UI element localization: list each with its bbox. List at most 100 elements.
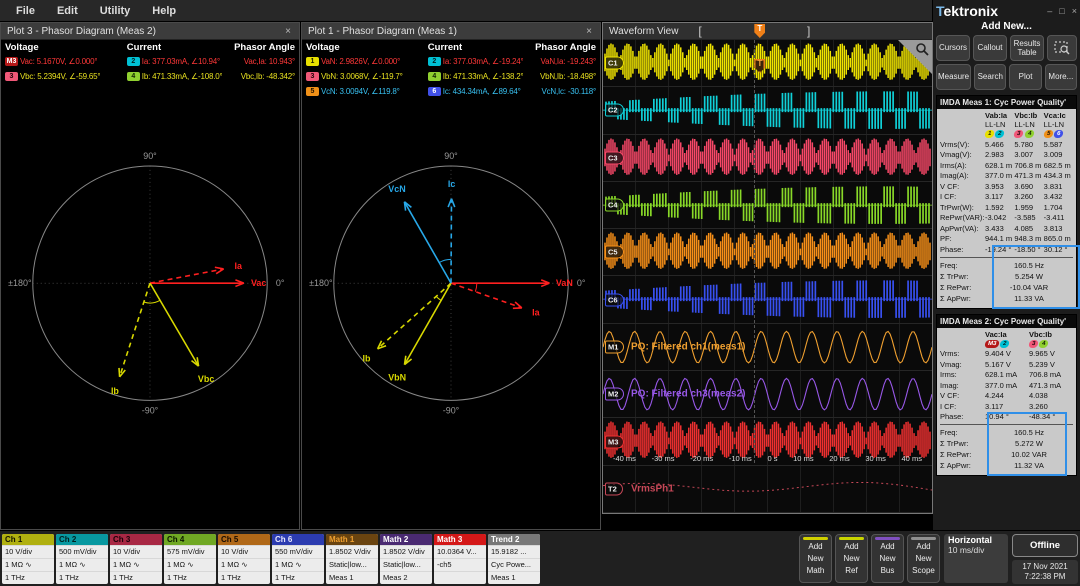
meas-row: PF: 944.1 m 948.3 m 865.0 m	[940, 234, 1073, 245]
phasor-angle-value: VbN,Ib: -18.498°	[539, 72, 596, 81]
channel-name[interactable]: Math 1	[326, 534, 378, 545]
restore-button[interactable]: □	[1059, 6, 1064, 16]
channel-name[interactable]: Ch 1	[2, 534, 54, 545]
meas-value: 3.009	[1043, 150, 1063, 160]
offline-button[interactable]: Offline	[1012, 534, 1078, 557]
waveform-row[interactable]: C3	[603, 135, 932, 182]
add-new-button[interactable]: Add New Math	[799, 534, 832, 583]
right-sidebar: Tektronix – □ × Add New... Cursors Callou…	[933, 0, 1080, 530]
channel-name[interactable]: Trend 2	[488, 534, 540, 545]
channel-badge-card[interactable]: Math 2 1.8502 V/div Static|low... Meas 2	[380, 534, 432, 584]
sidebar-button[interactable]: More...	[1044, 64, 1078, 90]
meas-value: 30.12 °	[1043, 244, 1068, 254]
meas-value: 3.953	[985, 181, 1004, 191]
waveform-channel-badge[interactable]: M3	[605, 435, 625, 449]
minimize-button[interactable]: –	[1047, 6, 1052, 16]
channel-badge-card[interactable]: Math 1 1.8502 V/div Static|low... Meas 1	[326, 534, 378, 584]
zoom-bracket-close[interactable]: ]	[807, 24, 810, 38]
waveform-trace	[604, 138, 931, 175]
add-button-line: Ref	[845, 566, 858, 575]
waveform-row[interactable]: T2 VrmsPh1	[603, 466, 932, 513]
waveform-trace	[603, 280, 932, 319]
channel-badge-card[interactable]: Ch 1 10 V/div 1 MΩ ∿ 1 THz	[2, 534, 54, 584]
meas-value: -48.34 °	[1029, 412, 1056, 422]
meas1-title[interactable]: IMDA Meas 1: Cyc Power Quality'	[937, 96, 1076, 109]
plot1-titlebar[interactable]: Plot 1 - Phasor Diagram (Meas 1) ×	[302, 23, 600, 40]
waveform-channel-badge[interactable]: M1	[605, 340, 625, 354]
channel-badge-card[interactable]: Ch 3 10 V/div 1 MΩ ∿ 1 THz	[110, 534, 162, 584]
close-button[interactable]: ×	[1072, 6, 1077, 16]
channel-badge-card[interactable]: Math 3 10.0364 V... -ch5	[434, 534, 486, 584]
menu-item[interactable]: Help	[152, 5, 176, 17]
sidebar-button[interactable]: Results Table	[1010, 35, 1044, 61]
channel-name[interactable]: Math 2	[380, 534, 432, 545]
waveform-channel-badge[interactable]: T2	[605, 482, 623, 496]
sidebar-button[interactable]: Cursors	[936, 35, 970, 61]
current-column-header: Current	[126, 42, 162, 53]
meas2-title[interactable]: IMDA Meas 2: Cyc Power Quality'	[937, 314, 1076, 328]
add-new-button[interactable]: Add New Bus	[871, 534, 904, 583]
plot1-phasor-diagram[interactable]: VaN Ia VbN Ib VcN Ic 90° ±180° 0° -90°	[302, 85, 600, 529]
plot3-titlebar[interactable]: Plot 3 - Phasor Diagram (Meas 2) ×	[1, 23, 299, 40]
meas-row: RePwr(VAR): -3.042 -3.585 -3.411	[940, 213, 1073, 224]
meas-summary-row: Σ TrPwr: 5.272 W	[940, 438, 1073, 449]
waveform-row[interactable]: C1	[603, 40, 932, 88]
menu-item[interactable]: Edit	[57, 5, 78, 17]
waveform-channel-badge[interactable]: C5	[605, 245, 624, 259]
waveform-row[interactable]: C2	[603, 87, 932, 135]
waveform-channel-badge[interactable]: C3	[605, 151, 624, 165]
voltage-value: VbN: 3.0068V, ∠-119.7°	[321, 72, 403, 81]
waveform-channel-badge[interactable]: C6	[605, 293, 624, 307]
channel-name[interactable]: Ch 4	[164, 534, 216, 545]
waveform-trace	[604, 232, 931, 270]
waveform-row[interactable]: M2 PQ: Filtered ch3(meas2)	[603, 371, 932, 419]
menu-item[interactable]: Utility	[100, 5, 131, 17]
waveform-row[interactable]: C6	[603, 276, 932, 324]
sidebar-button[interactable]: Plot	[1009, 64, 1042, 90]
meas-value: 4.085	[1014, 223, 1034, 233]
sidebar-button[interactable]: Measure	[936, 64, 972, 90]
channel-badge-card[interactable]: Ch 6 550 mV/div 1 MΩ ∿ 1 THz	[272, 534, 324, 584]
waveform-view-titlebar[interactable]: Waveform View [ T ]	[603, 23, 932, 40]
sidebar-button[interactable]: Search	[974, 64, 1007, 90]
waveform-row[interactable]: C5	[603, 229, 932, 277]
meas-row-label: Vmag(V):	[940, 150, 972, 160]
waveform-channel-badge[interactable]: M2	[605, 387, 625, 401]
waveform-row[interactable]: C4	[603, 182, 932, 230]
channel-name[interactable]: Ch 6	[272, 534, 324, 545]
meas-summary-label: Σ ApPwr:	[940, 461, 971, 470]
meas-summary-value: 160.5 Hz	[1013, 428, 1045, 437]
time-axis: -40 ms -30 ms -20 ms -10 ms 0 s 10 ms 20 ms 30 …	[613, 454, 922, 463]
meas-value: -3.042	[985, 213, 1007, 223]
waveform-view-panel: Waveform View [ T ] T C1 C2 C3 C4 C5 C6 …	[602, 22, 933, 514]
channel-name[interactable]: Ch 2	[56, 534, 108, 545]
time-axis-label: 20 ms	[829, 454, 850, 463]
channel-badge-card[interactable]: Trend 2 15.9182 ... Cyc Powe... Meas 1	[488, 534, 540, 584]
plot3-phasor-diagram[interactable]: Vac Ia Vbc Ib 90° ±180° 0° -90°	[1, 85, 299, 529]
waveform-channel-badge[interactable]: C1	[605, 56, 624, 70]
waveform-channel-badge[interactable]: C2	[605, 103, 624, 117]
meas-value: 5.587	[1043, 139, 1063, 149]
add-new-button[interactable]: Add New Scope	[907, 534, 940, 583]
meas-col-badges: 3 4	[1013, 130, 1043, 138]
close-icon[interactable]: ×	[584, 26, 594, 37]
channel-badge-card[interactable]: Ch 4 575 mV/div 1 MΩ ∿ 1 THz	[164, 534, 216, 584]
channel-coupling: Cyc Powe...	[488, 558, 540, 571]
channel-name[interactable]: Ch 3	[110, 534, 162, 545]
waveform-channel-badge[interactable]: C4	[605, 198, 624, 212]
angle-label-90: 90°	[444, 151, 458, 161]
waveform-grid[interactable]: T C1 C2 C3 C4 C5 C6 M1 PQ: Filtered ch1(…	[603, 40, 932, 513]
add-new-button[interactable]: Add New Ref	[835, 534, 868, 583]
close-icon[interactable]: ×	[283, 26, 293, 37]
meas-value: 5.239 V	[1029, 359, 1055, 369]
channel-name[interactable]: Math 3	[434, 534, 486, 545]
horizontal-panel[interactable]: Horizontal 10 ms/div	[944, 534, 1008, 583]
channel-badge-card[interactable]: Ch 5 10 V/div 1 MΩ ∿ 1 THz	[218, 534, 270, 584]
channel-badge-card[interactable]: Ch 2 500 mV/div 1 MΩ ∿ 1 THz	[56, 534, 108, 584]
waveform-row[interactable]: M1 PQ: Filtered ch1(meas1)	[603, 324, 932, 372]
sidebar-button[interactable]: Callout	[973, 35, 1007, 61]
menu-item[interactable]: File	[16, 5, 35, 17]
channel-name[interactable]: Ch 5	[218, 534, 270, 545]
draw-a-box-button[interactable]	[1047, 35, 1077, 61]
zoom-bracket-open[interactable]: [	[698, 24, 701, 38]
